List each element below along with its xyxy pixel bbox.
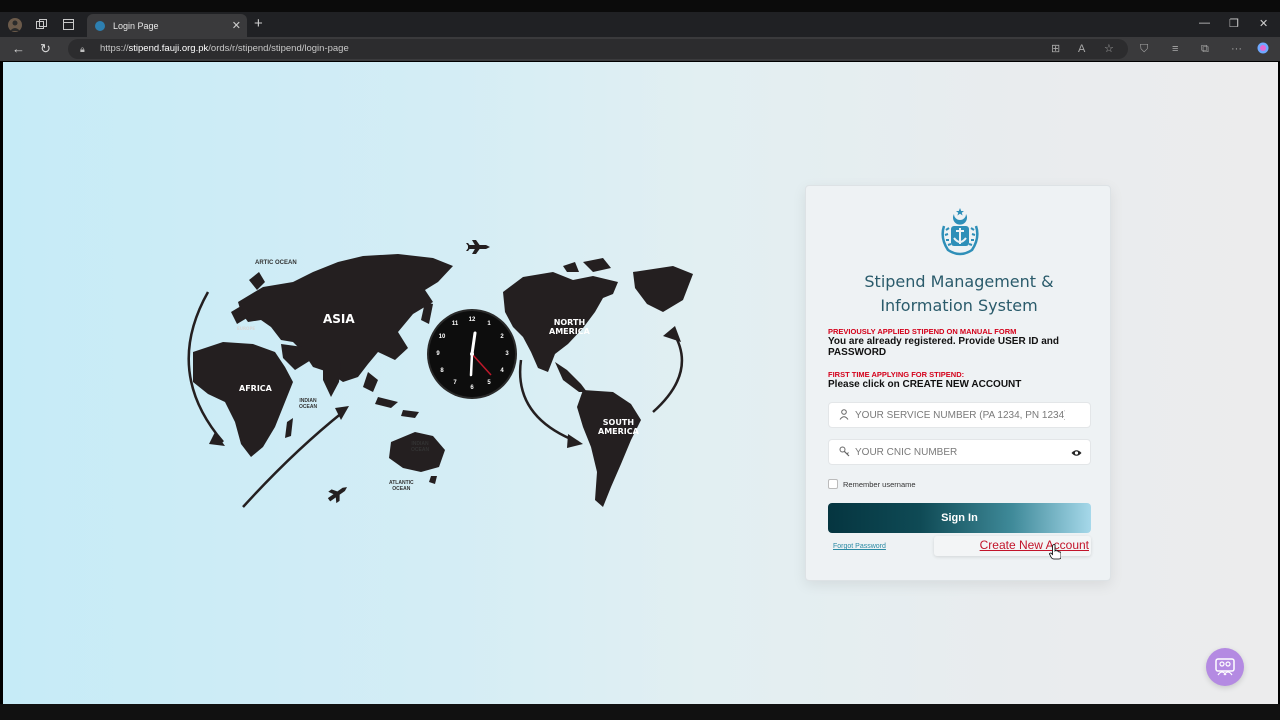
refresh-icon[interactable]: ↻ bbox=[40, 41, 51, 57]
notice-first-time-text: Please click on CREATE NEW ACCOUNT bbox=[828, 379, 1022, 390]
read-aloud-icon[interactable]: A bbox=[1078, 42, 1085, 56]
remember-username: Remember username bbox=[828, 479, 916, 489]
key-icon bbox=[838, 446, 850, 458]
notice-previously-applied: PREVIOUSLY APPLIED STIPEND ON MANUAL FOR… bbox=[828, 327, 1098, 358]
copilot-icon[interactable] bbox=[1257, 42, 1269, 58]
map-label-south: SOUTH bbox=[602, 418, 635, 427]
app-available-icon[interactable]: ⊞ bbox=[1051, 42, 1060, 56]
hand-cursor-icon bbox=[1049, 544, 1061, 560]
create-new-account-link[interactable]: Create New Account bbox=[934, 536, 1091, 556]
address-bar-row: ← ↻ 🔒︎ https://stipend.fauji.org.pk/ords… bbox=[0, 37, 1280, 61]
notice-first-time: FIRST TIME APPLYING FOR STIPEND: Please … bbox=[828, 370, 1098, 390]
minimize-icon[interactable]: — bbox=[1199, 17, 1210, 29]
map-label-north: NORTH bbox=[553, 318, 586, 327]
url-prefix: https:// bbox=[100, 43, 129, 54]
notice-previously-applied-text: You are already registered. Provide USER… bbox=[828, 336, 1060, 358]
profile-avatar-icon[interactable] bbox=[6, 16, 23, 33]
ocean-label-artic: ARTIC OCEAN bbox=[255, 260, 297, 266]
map-label-europe: EUROPE bbox=[237, 326, 256, 331]
ocean-label-atlantic: ATLANTIC OCEAN bbox=[389, 480, 414, 492]
new-tab-icon[interactable]: + bbox=[254, 16, 263, 32]
ocean-label-indian-1b: OCEAN bbox=[299, 404, 318, 410]
map-label-north-america-2: AMERICA bbox=[549, 327, 590, 336]
app-title: Stipend Management & Information System bbox=[806, 270, 1112, 318]
url-host: stipend.fauji.org.pk bbox=[128, 43, 209, 54]
tab-title: Login Page bbox=[113, 20, 159, 31]
ocean-label-atlantic-b: OCEAN bbox=[392, 486, 411, 492]
analog-clock: 12 1 2 3 4 5 6 7 8 9 10 11 bbox=[429, 311, 515, 397]
cnic-input[interactable] bbox=[855, 440, 1065, 464]
close-window-icon[interactable]: ✕ bbox=[1259, 17, 1268, 30]
app-title-line1: Stipend Management & bbox=[864, 272, 1054, 291]
site-favicon-icon bbox=[95, 20, 105, 31]
back-arrow-icon[interactable]: ← bbox=[12, 41, 25, 57]
url-field[interactable]: 🔒︎ https://stipend.fauji.org.pk/ords/r/s… bbox=[68, 39, 1128, 59]
app-title-line2: Information System bbox=[880, 296, 1038, 315]
page-viewport: ASIA AFRICA EUROPE NORTH AMERICA SOUTH A… bbox=[3, 62, 1278, 704]
lock-icon[interactable]: 🔒︎ bbox=[80, 39, 85, 59]
favorite-star-icon[interactable]: ☆ bbox=[1104, 42, 1114, 56]
login-card: Stipend Management & Information System … bbox=[805, 185, 1111, 581]
workspaces-icon[interactable] bbox=[33, 16, 50, 33]
service-number-field bbox=[828, 402, 1091, 428]
service-number-input[interactable] bbox=[855, 403, 1065, 427]
clock-hands bbox=[469, 331, 492, 377]
map-label-asia: ASIA bbox=[323, 312, 355, 326]
chat-people-icon bbox=[1215, 658, 1235, 676]
map-label-north-america: NORTH AMERICA bbox=[549, 318, 590, 336]
more-menu-icon[interactable]: ··· bbox=[1231, 42, 1242, 56]
ocean-label-indian-2: INDIAN OCEAN bbox=[411, 441, 429, 453]
user-icon bbox=[838, 409, 850, 421]
favorites-list-icon[interactable]: ≡ bbox=[1172, 42, 1178, 56]
ocean-label-indian-1: INDIAN OCEAN bbox=[299, 398, 317, 410]
tab-login-page[interactable]: Login Page ✕ bbox=[87, 14, 247, 37]
cnic-field bbox=[828, 439, 1091, 465]
notice-first-time-heading: FIRST TIME APPLYING FOR STIPEND: bbox=[828, 370, 965, 379]
map-label-africa: AFRICA bbox=[239, 384, 272, 393]
chat-assistant-button[interactable] bbox=[1206, 648, 1244, 686]
map-label-south-america: SOUTH AMERICA bbox=[598, 418, 639, 436]
ocean-label-indian-2b: OCEAN bbox=[411, 447, 430, 453]
forgot-password-link[interactable]: Forgot Password bbox=[833, 543, 886, 550]
shield-icon[interactable]: ⛉ bbox=[1140, 42, 1148, 56]
map-label-south-america-2: AMERICA bbox=[598, 427, 639, 436]
sign-in-button[interactable]: Sign In bbox=[828, 503, 1091, 533]
tab-bar: Login Page ✕ + — ❐ ✕ bbox=[0, 12, 1280, 37]
window-top-edge bbox=[0, 0, 1280, 12]
show-password-eye-icon[interactable] bbox=[1071, 449, 1082, 460]
url-path: /ords/r/stipend/stipend/login-page bbox=[208, 43, 349, 54]
tab-actions-icon[interactable] bbox=[60, 16, 77, 33]
remember-username-label: Remember username bbox=[843, 479, 916, 489]
remember-username-checkbox[interactable] bbox=[828, 479, 838, 489]
notice-previously-applied-heading: PREVIOUSLY APPLIED STIPEND ON MANUAL FOR… bbox=[828, 327, 1017, 336]
bottom-edge bbox=[0, 704, 1280, 720]
navy-emblem-logo bbox=[941, 208, 979, 256]
close-tab-icon[interactable]: ✕ bbox=[232, 19, 241, 32]
collections-icon[interactable]: ⧉ bbox=[1201, 42, 1209, 56]
restore-icon[interactable]: ❐ bbox=[1229, 17, 1239, 30]
